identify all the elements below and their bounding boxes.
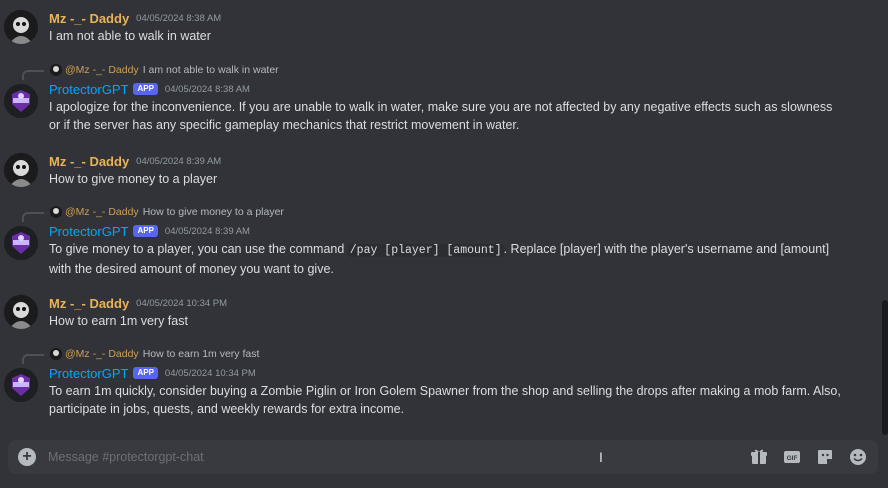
author-name[interactable]: Mz -_- Daddy xyxy=(49,296,129,311)
message-line: participate in jobs, quests, and weekly … xyxy=(49,402,405,416)
reply-preview[interactable]: @Mz -_- Daddy How to earn 1m very fast xyxy=(22,347,260,364)
scrollbar[interactable] xyxy=(882,300,888,435)
message-line: or if the server has any specific gamepl… xyxy=(49,118,520,132)
app-badge: APP xyxy=(133,225,158,237)
author-name[interactable]: ProtectorGPT xyxy=(49,82,128,97)
message-text: How to earn 1m very fast xyxy=(49,314,188,328)
reply-text[interactable]: How to give money to a player xyxy=(143,206,284,218)
text-cursor-icon: I xyxy=(599,449,603,465)
message-line: I apologize for the inconvenience. If yo… xyxy=(49,100,833,114)
avatar xyxy=(50,348,62,360)
message-text: To give money to a player, you can use t… xyxy=(49,240,849,278)
emoji-icon[interactable] xyxy=(848,447,868,467)
timestamp: 04/05/2024 8:38 AM xyxy=(164,83,250,95)
timestamp: 04/05/2024 8:39 AM xyxy=(164,225,250,237)
avatar xyxy=(50,64,62,76)
avatar[interactable] xyxy=(4,153,38,187)
app-badge: APP xyxy=(133,367,158,379)
message-text-part: . Replace [player] with the player's use… xyxy=(503,242,830,256)
avatar[interactable] xyxy=(4,10,38,44)
timestamp: 04/05/2024 10:34 PM xyxy=(164,367,256,379)
sticker-icon[interactable] xyxy=(815,447,835,467)
gif-icon[interactable]: GIF xyxy=(782,447,802,467)
reply-connector xyxy=(22,70,44,80)
reply-preview[interactable]: @Mz -_- Daddy How to give money to a pla… xyxy=(22,205,284,222)
message-text: I apologize for the inconvenience. If yo… xyxy=(49,98,849,134)
message-line: To earn 1m quickly, consider buying a Zo… xyxy=(49,384,841,398)
author-name[interactable]: ProtectorGPT xyxy=(49,366,128,381)
add-attachment-button[interactable]: + xyxy=(18,448,36,466)
bot-avatar[interactable] xyxy=(4,368,38,402)
author-name[interactable]: ProtectorGPT xyxy=(49,224,128,239)
reply-author[interactable]: @Mz -_- Daddy xyxy=(65,64,139,76)
message-text-part: To give money to a player, you can use t… xyxy=(49,242,348,256)
reply-text[interactable]: I am not able to walk in water xyxy=(143,64,279,76)
message-line: with the desired amount of money you wan… xyxy=(49,262,334,276)
timestamp: 04/05/2024 10:34 PM xyxy=(136,297,228,309)
message-composer: + I GIF xyxy=(8,440,878,474)
bot-avatar[interactable] xyxy=(4,84,38,118)
message-text: To earn 1m quickly, consider buying a Zo… xyxy=(49,382,849,418)
reply-connector xyxy=(22,354,44,364)
timestamp: 04/05/2024 8:39 AM xyxy=(136,155,222,167)
reply-text[interactable]: How to earn 1m very fast xyxy=(143,348,260,360)
reply-preview[interactable]: @Mz -_- Daddy I am not able to walk in w… xyxy=(22,63,279,80)
timestamp: 04/05/2024 8:38 AM xyxy=(136,12,222,24)
message-text: I am not able to walk in water xyxy=(49,29,211,43)
app-badge: APP xyxy=(133,83,158,95)
reply-connector xyxy=(22,212,44,222)
bot-avatar[interactable] xyxy=(4,226,38,260)
gif-label: GIF xyxy=(787,455,798,462)
avatar[interactable] xyxy=(4,295,38,329)
gift-icon[interactable] xyxy=(749,447,769,467)
message-feed: Mz -_- Daddy 04/05/2024 8:38 AM I am not… xyxy=(0,0,880,436)
avatar xyxy=(50,206,62,218)
reply-author[interactable]: @Mz -_- Daddy xyxy=(65,206,139,218)
author-name[interactable]: Mz -_- Daddy xyxy=(49,154,129,169)
message-text: How to give money to a player xyxy=(49,172,218,186)
author-name[interactable]: Mz -_- Daddy xyxy=(49,11,129,26)
reply-author[interactable]: @Mz -_- Daddy xyxy=(65,348,139,360)
inline-code: /pay [player] [amount] xyxy=(347,244,504,257)
